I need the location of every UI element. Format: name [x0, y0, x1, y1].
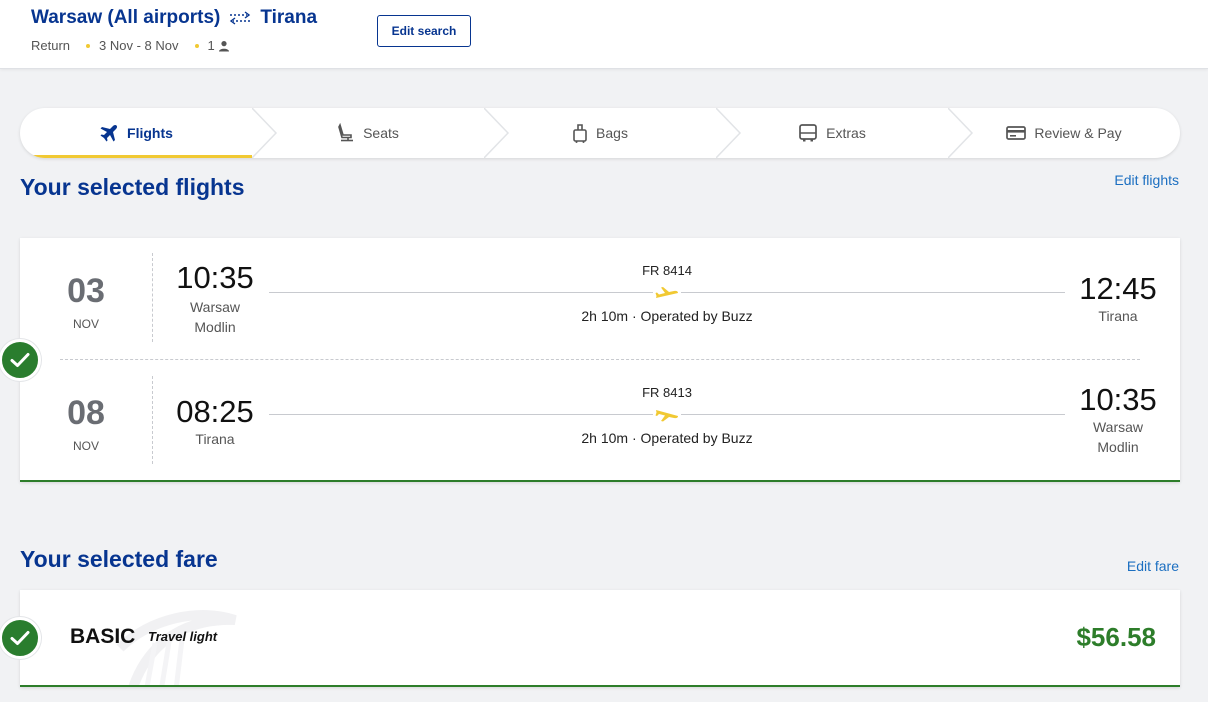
- flight-track: [269, 282, 1065, 308]
- person-icon: [218, 40, 230, 52]
- departure: 08:25 Tirana: [170, 396, 260, 449]
- passenger-count: 1: [207, 38, 215, 53]
- departure-time: 08:25: [176, 394, 254, 429]
- seat-icon: [337, 123, 355, 143]
- step-label: Seats: [363, 125, 399, 141]
- flight-duration: 2h 10m · Operated by Buzz: [581, 430, 753, 446]
- step-flights[interactable]: Flights: [20, 108, 252, 158]
- flight-details: FR 8414 2h 10m · Operated by Buzz: [269, 263, 1065, 324]
- step-seats[interactable]: Seats: [252, 108, 484, 158]
- plane-icon: [99, 123, 119, 143]
- departure-city: Warsaw: [189, 299, 241, 315]
- departure-city: Tirana: [195, 431, 235, 447]
- step-label: Flights: [127, 125, 173, 141]
- fare-card: BASIC Travel light $56.58: [20, 590, 1180, 687]
- departure-time: 10:35: [176, 260, 254, 295]
- bag-icon: [572, 123, 588, 143]
- flight-month: NOV: [72, 439, 99, 453]
- departure-airport: Modlin: [194, 319, 236, 335]
- edit-search-button[interactable]: Edit search: [377, 15, 471, 47]
- arrival-time: 10:35: [1079, 382, 1157, 417]
- header-bar: Warsaw (All airports) Tirana Return 3 No…: [0, 0, 1208, 69]
- flight-track: [269, 404, 1065, 430]
- step-bags[interactable]: Bags: [484, 108, 716, 158]
- plane-landing-icon: [653, 404, 681, 426]
- fare-tagline: Travel light: [148, 629, 218, 644]
- flight-duration: 2h 10m · Operated by Buzz: [581, 308, 753, 324]
- arrival-time: 12:45: [1079, 271, 1157, 306]
- selected-flights-title: Your selected flights: [20, 174, 245, 200]
- destination-label: Tirana: [260, 7, 318, 28]
- leg-separator: [60, 359, 1140, 360]
- arrival-airport: Modlin: [1097, 439, 1139, 455]
- fare-price: $56.58: [1076, 622, 1156, 652]
- separator-dot: [194, 43, 199, 48]
- booking-stepper: Flights Seats Bags Extras Review & Pay: [20, 108, 1180, 158]
- arrival: 10:35 Warsaw Modlin: [1075, 384, 1161, 457]
- step-label: Extras: [826, 125, 866, 141]
- card-icon: [1006, 125, 1027, 141]
- fare-name: BASIC: [70, 625, 136, 648]
- flights-card: 03 NOV 10:35 Warsaw Modlin FR 8414 2h 10…: [20, 238, 1180, 482]
- trip-type: Return: [31, 38, 71, 53]
- date-divider: [152, 376, 153, 464]
- flight-date: 08 NOV: [20, 396, 152, 453]
- arrival-city: Tirana: [1098, 308, 1138, 324]
- flights-selected-check-icon: [0, 339, 41, 381]
- route-title: Warsaw (All airports) Tirana: [31, 7, 317, 29]
- plane-takeoff-icon: [653, 282, 681, 304]
- fare-selected-check-icon: [0, 617, 41, 659]
- step-label: Bags: [596, 125, 628, 141]
- trip-meta: Return 3 Nov - 8 Nov 1: [31, 38, 230, 53]
- flight-leg-outbound: 03 NOV 10:35 Warsaw Modlin FR 8414 2h 10…: [20, 253, 1180, 343]
- edit-fare-link[interactable]: Edit fare: [1127, 558, 1179, 574]
- flight-date: 03 NOV: [20, 274, 152, 331]
- arrival-city: Warsaw: [1092, 419, 1144, 435]
- flight-day: 08: [67, 394, 105, 432]
- flight-details: FR 8413 2h 10m · Operated by Buzz: [269, 385, 1065, 446]
- flight-month: NOV: [72, 317, 99, 331]
- trip-dates: 3 Nov - 8 Nov: [99, 38, 179, 53]
- step-extras[interactable]: Extras: [716, 108, 948, 158]
- bus-icon: [798, 123, 818, 143]
- flight-leg-return: 08 NOV 08:25 Tirana FR 8413 2h 10m · Ope…: [20, 376, 1180, 466]
- flight-number: FR 8413: [642, 385, 692, 400]
- step-label: Review & Pay: [1034, 125, 1122, 141]
- flight-day: 03: [67, 272, 105, 310]
- selected-fare-title: Your selected fare: [20, 546, 218, 572]
- flight-number: FR 8414: [642, 263, 692, 278]
- date-divider: [152, 253, 153, 342]
- departure: 10:35 Warsaw Modlin: [170, 262, 260, 337]
- origin-label: Warsaw (All airports): [31, 7, 221, 28]
- separator-dot: [86, 43, 91, 48]
- edit-flights-link[interactable]: Edit flights: [1114, 172, 1179, 188]
- route-arrows-icon: [228, 11, 252, 25]
- step-review-pay[interactable]: Review & Pay: [948, 108, 1180, 158]
- arrival: 12:45 Tirana: [1075, 273, 1161, 326]
